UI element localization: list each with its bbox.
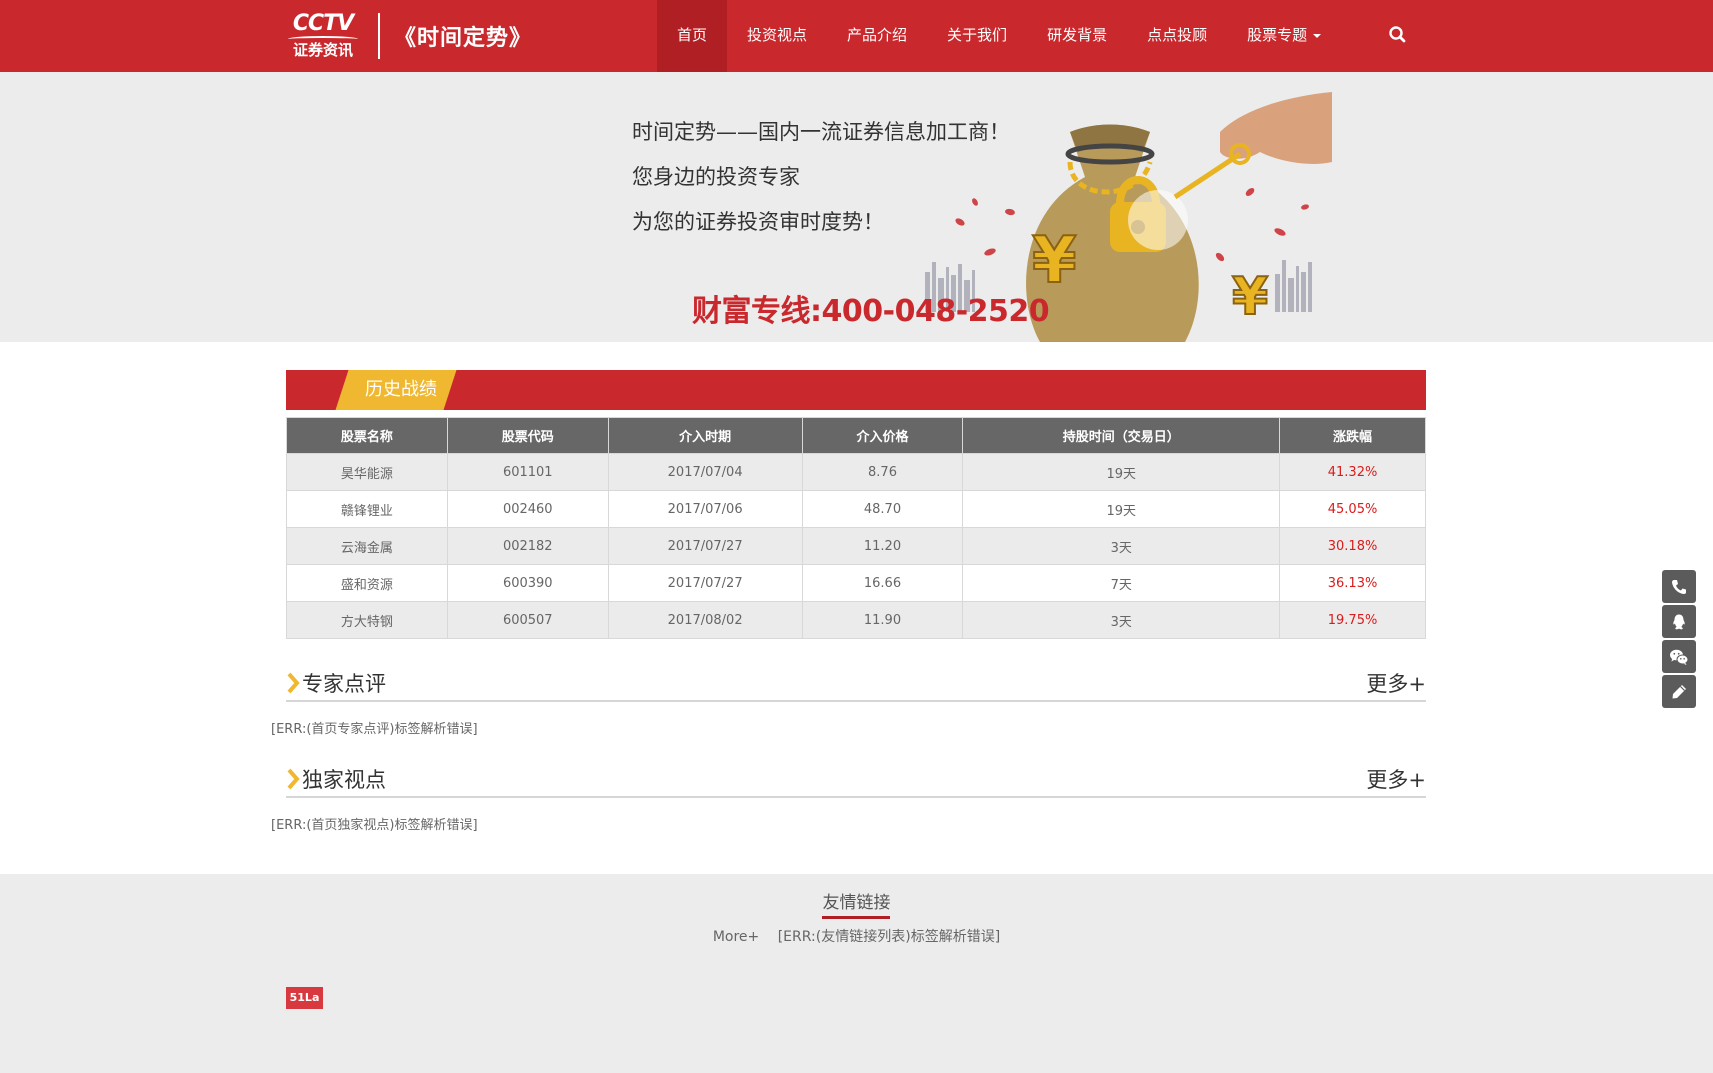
expert-review-title: 专家点评 — [302, 672, 386, 696]
search-button[interactable] — [1387, 24, 1409, 46]
table-row: 盛和资源 600390 2017/07/27 16.66 7天 36.13% — [286, 564, 1426, 602]
cell-entry-price: 48.70 — [801, 490, 964, 528]
column-header-entry-price: 介入价格 — [801, 417, 964, 454]
chevron-right-icon — [287, 672, 300, 694]
cell-entry-price: 11.90 — [801, 601, 964, 639]
yen-sign-small: ¥ — [1232, 267, 1268, 327]
chevron-right-icon — [287, 768, 300, 790]
cell-holding-days: 19天 — [962, 490, 1281, 528]
cell-holding-days: 3天 — [962, 601, 1281, 639]
footer: 友情链接 More+ [ERR:(友情链接列表)标签解析错误] 51La — [0, 874, 1713, 1073]
cctv-logo-subtitle: 证券资讯 — [292, 41, 353, 59]
cell-stock-code: 002182 — [446, 527, 609, 565]
side-tool-qq[interactable] — [1662, 605, 1696, 638]
side-tool-edit[interactable] — [1662, 675, 1696, 708]
nav-item-home[interactable]: 首页 — [657, 0, 728, 72]
cell-stock-name: 昊华能源 — [286, 453, 448, 491]
nav-item-investment-views[interactable]: 投资视点 — [727, 0, 827, 72]
exclusive-view-header: 独家视点 更多+ — [286, 762, 1426, 798]
nav-item-products[interactable]: 产品介绍 — [827, 0, 927, 72]
cell-entry-date: 2017/08/02 — [607, 601, 803, 639]
side-tool-wechat[interactable] — [1662, 640, 1696, 673]
friend-links-error: [ERR:(友情链接列表)标签解析错误] — [777, 929, 1001, 945]
banner-line-2: 您身边的投资专家 — [632, 165, 800, 189]
cell-entry-date: 2017/07/27 — [607, 527, 803, 565]
cell-entry-price: 16.66 — [801, 564, 964, 602]
column-header-change: 涨跌幅 — [1279, 417, 1426, 454]
qq-icon — [1673, 614, 1685, 629]
cell-holding-days: 19天 — [962, 453, 1281, 491]
table-row: 云海金属 002182 2017/07/27 11.20 3天 30.18% — [286, 527, 1426, 565]
cell-stock-code: 600507 — [446, 601, 609, 639]
cctv-logo: CCTV 证券资讯 — [286, 13, 360, 59]
top-header: CCTV 证券资讯 《时间定势》 首页 投资视点 产品介绍 关于我们 研发背景 … — [0, 0, 1713, 72]
column-header-entry-date: 介入时期 — [607, 417, 803, 454]
nav-item-about[interactable]: 关于我们 — [927, 0, 1027, 72]
cell-change: 45.05% — [1279, 490, 1426, 528]
caret-down-icon — [1313, 33, 1322, 38]
cell-stock-code: 601101 — [446, 453, 609, 491]
cell-entry-price: 11.20 — [801, 527, 964, 565]
exclusive-view-title: 独家视点 — [302, 768, 386, 792]
search-icon — [1389, 26, 1406, 43]
cell-change: 19.75% — [1279, 601, 1426, 639]
exclusive-view-error: [ERR:(首页独家视点)标签解析错误] — [271, 818, 478, 833]
nav-item-research[interactable]: 研发背景 — [1027, 0, 1127, 72]
friend-links-underline — [822, 916, 890, 919]
column-header-holding-days: 持股时间（交易日） — [962, 417, 1281, 454]
cell-stock-name: 方大特钢 — [286, 601, 448, 639]
site-logo[interactable]: CCTV 证券资讯 《时间定势》 — [286, 10, 532, 62]
wechat-icon — [1670, 649, 1689, 665]
cell-stock-name: 盛和资源 — [286, 564, 448, 602]
cell-holding-days: 3天 — [962, 527, 1281, 565]
history-section-header: 历史战绩 — [286, 370, 1426, 410]
cell-entry-date: 2017/07/27 — [607, 564, 803, 602]
cell-entry-price: 8.76 — [801, 453, 964, 491]
main-nav: 首页 投资视点 产品介绍 关于我们 研发背景 点点投顾 股票专题 — [657, 0, 1341, 72]
cctv-logo-text: CCTV — [292, 11, 354, 36]
table-header-row: 股票名称 股票代码 介入时期 介入价格 持股时间（交易日） 涨跌幅 — [286, 417, 1426, 454]
cell-entry-date: 2017/07/04 — [607, 453, 803, 491]
cell-entry-date: 2017/07/06 — [607, 490, 803, 528]
history-records-table: 股票名称 股票代码 介入时期 介入价格 持股时间（交易日） 涨跌幅 昊华能源 6… — [286, 417, 1426, 639]
cell-holding-days: 7天 — [962, 564, 1281, 602]
nav-item-stock-topics-label: 股票专题 — [1247, 26, 1308, 44]
cell-stock-code: 600390 — [446, 564, 609, 602]
hotline-number: 财富专线:400-048-2520 — [692, 294, 1050, 329]
column-header-stock-name: 股票名称 — [286, 417, 448, 454]
cell-change: 30.18% — [1279, 527, 1426, 565]
cell-change: 41.32% — [1279, 453, 1426, 491]
banner-line-3: 为您的证券投资审时度势！ — [632, 210, 884, 234]
cell-change: 36.13% — [1279, 564, 1426, 602]
nav-item-stock-topics[interactable]: 股票专题 — [1227, 0, 1341, 72]
expert-review-error: [ERR:(首页专家点评)标签解析错误] — [271, 722, 478, 737]
column-header-stock-code: 股票代码 — [446, 417, 609, 454]
friend-links-more-link[interactable]: More+ — [713, 929, 759, 945]
table-row: 昊华能源 601101 2017/07/04 8.76 19天 41.32% — [286, 453, 1426, 491]
edit-icon — [1672, 684, 1686, 698]
friend-links-title: 友情链接 — [822, 893, 891, 913]
site-title: 《时间定势》 — [394, 26, 533, 51]
nav-item-advisor[interactable]: 点点投顾 — [1127, 0, 1227, 72]
cell-stock-name: 云海金属 — [286, 527, 448, 565]
table-row: 方大特钢 600507 2017/08/02 11.90 3天 19.75% — [286, 601, 1426, 639]
exclusive-view-more-link[interactable]: 更多+ — [1366, 764, 1426, 794]
expert-review-more-link[interactable]: 更多+ — [1366, 668, 1426, 698]
history-section-title: 历史战绩 — [365, 379, 437, 400]
logo-divider — [378, 13, 380, 59]
table-row: 赣锋锂业 002460 2017/07/06 48.70 19天 45.05% — [286, 490, 1426, 528]
side-tool-phone[interactable] — [1662, 570, 1696, 603]
expert-review-header: 专家点评 更多+ — [286, 666, 1426, 702]
stats-badge-51la[interactable]: 51La — [286, 987, 323, 1009]
cell-stock-name: 赣锋锂业 — [286, 490, 448, 528]
phone-icon — [1672, 579, 1686, 594]
hero-banner[interactable]: 时间定势——国内一流证券信息加工商！ 您身边的投资专家 为您的证券投资审时度势！ — [0, 72, 1713, 342]
cell-stock-code: 002460 — [446, 490, 609, 528]
friend-links-row: More+ [ERR:(友情链接列表)标签解析错误] — [0, 926, 1713, 946]
